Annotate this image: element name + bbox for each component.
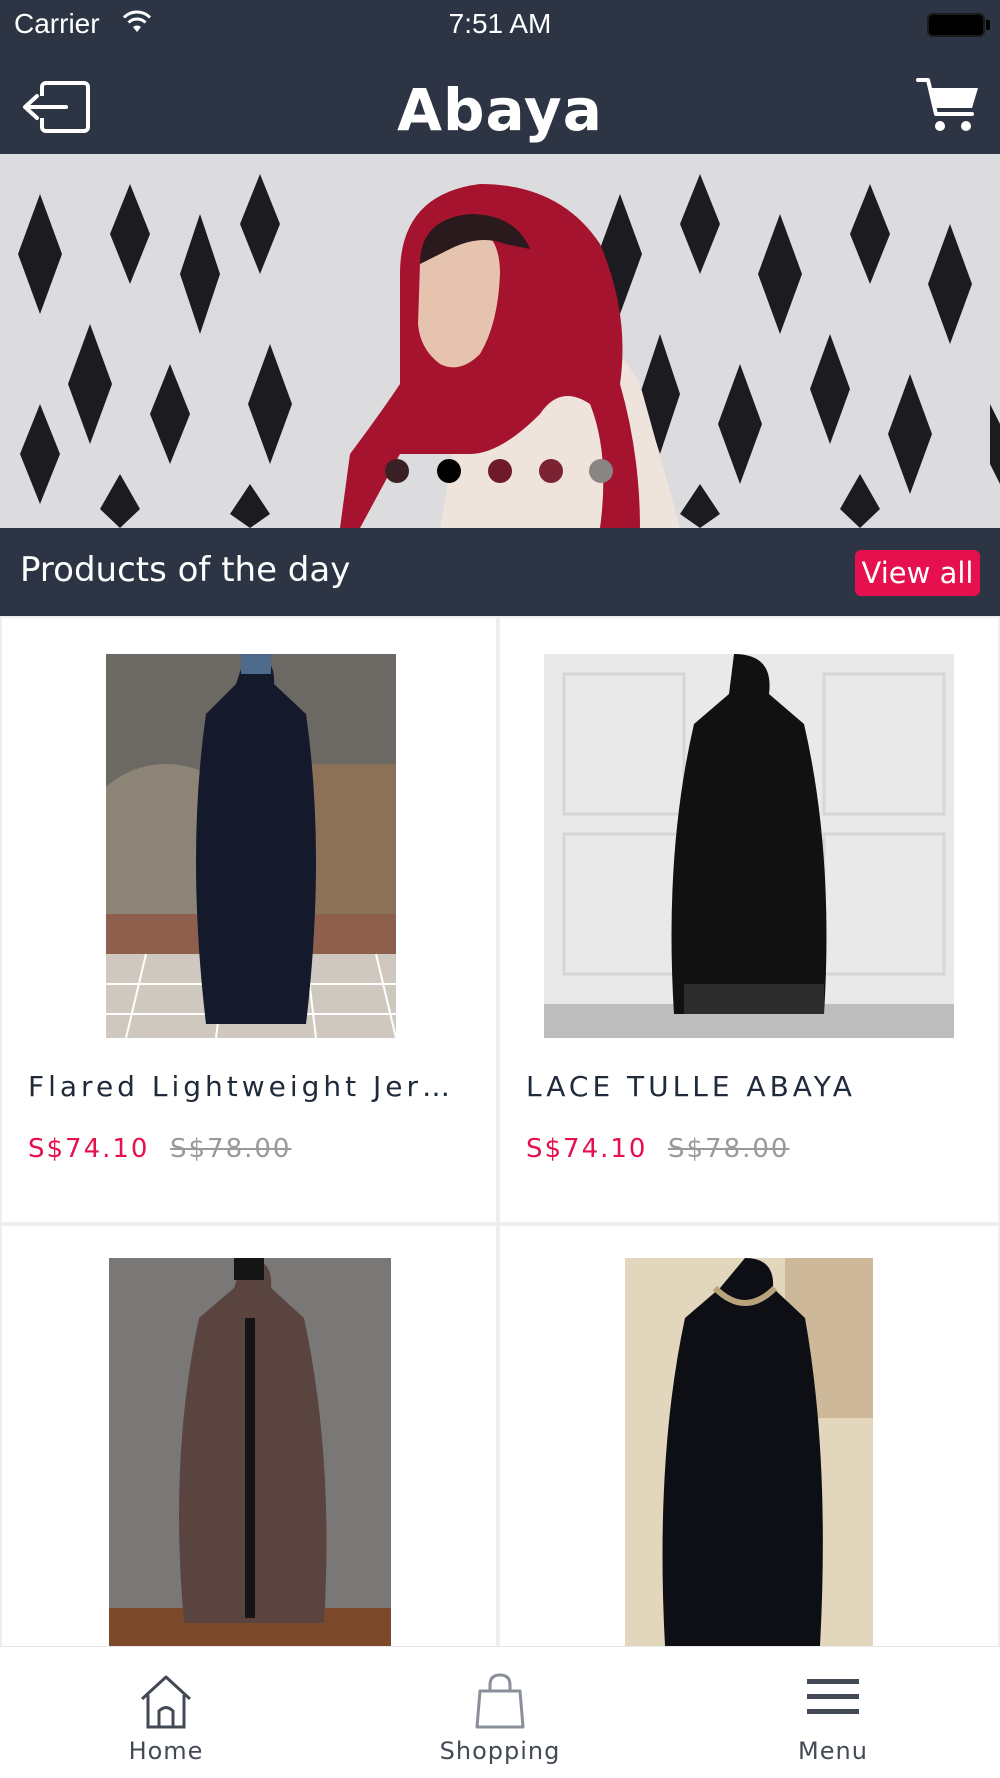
- product-image: [106, 654, 396, 1038]
- cart-icon: [916, 78, 978, 131]
- status-bar: Carrier 7:51 AM: [0, 0, 1000, 50]
- shopping-bag-icon: [475, 1673, 525, 1729]
- tab-home-label: Home: [128, 1737, 204, 1765]
- app: Carrier 7:51 AM Abaya Products of the da…: [0, 0, 1000, 1778]
- tab-shopping[interactable]: Shopping: [390, 1647, 610, 1778]
- carousel-dot-5[interactable]: [589, 459, 613, 483]
- battery-tip: [986, 20, 990, 30]
- section-title: Products of the day: [20, 550, 351, 590]
- banner-carousel[interactable]: [0, 154, 1000, 528]
- product-card[interactable]: LACE TULLE ABAYA S$74.10 S$78.00: [500, 618, 998, 1222]
- screen: Carrier 7:51 AM Abaya Products of the da…: [0, 0, 1000, 1778]
- product-old-price: S$78.00: [668, 1134, 790, 1164]
- product-price: S$74.10: [526, 1134, 648, 1164]
- carousel-dot-1[interactable]: [385, 459, 409, 483]
- tab-menu[interactable]: Menu: [723, 1647, 943, 1778]
- product-card[interactable]: [2, 1226, 496, 1646]
- tab-menu-label: Menu: [798, 1737, 868, 1765]
- product-card[interactable]: [500, 1226, 998, 1646]
- product-image: [625, 1258, 873, 1646]
- product-image: [544, 654, 954, 1038]
- carousel-dot-4[interactable]: [539, 459, 563, 483]
- tab-shopping-label: Shopping: [439, 1737, 561, 1765]
- product-image: [109, 1258, 391, 1646]
- carousel-dot-3[interactable]: [488, 459, 512, 483]
- status-time: 7:51 AM: [448, 8, 552, 39]
- battery-icon: [927, 13, 985, 37]
- home-icon: [140, 1675, 192, 1729]
- page-title: Abaya: [397, 76, 603, 144]
- tab-home[interactable]: Home: [56, 1647, 276, 1778]
- carousel-dots: [0, 459, 1000, 483]
- cart-button[interactable]: [916, 74, 980, 136]
- view-all-button[interactable]: View all: [855, 550, 980, 596]
- product-name: Flared Lightweight Jers...: [28, 1070, 468, 1103]
- menu-icon: [807, 1679, 859, 1714]
- carousel-dot-2[interactable]: [437, 459, 461, 483]
- product-grid: Flared Lightweight Jers... S$74.10 S$78.…: [0, 616, 1000, 1646]
- product-price: S$74.10: [28, 1134, 150, 1164]
- nav-bar: Abaya: [0, 50, 1000, 154]
- product-old-price: S$78.00: [170, 1134, 292, 1164]
- tab-bar: Home Shopping Menu: [0, 1646, 1000, 1778]
- section-header: Products of the day View all: [0, 528, 1000, 616]
- product-name: LACE TULLE ABAYA: [526, 1070, 856, 1103]
- product-card[interactable]: Flared Lightweight Jers... S$74.10 S$78.…: [2, 618, 496, 1222]
